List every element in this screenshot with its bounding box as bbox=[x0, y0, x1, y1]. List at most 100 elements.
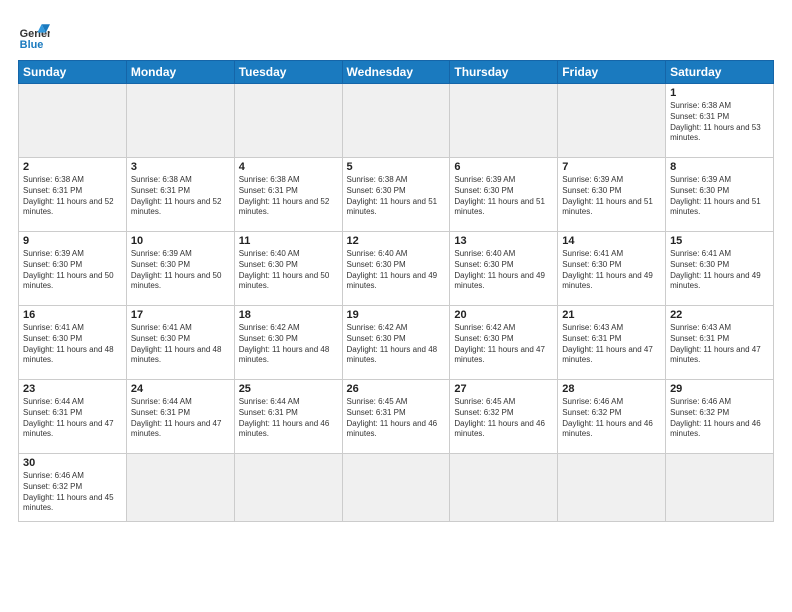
calendar-cell-empty bbox=[126, 84, 234, 158]
calendar-cell-12: 12 Sunrise: 6:40 AMSunset: 6:30 PMDayligh… bbox=[342, 232, 450, 306]
day-info: Sunrise: 6:46 AMSunset: 6:32 PMDaylight:… bbox=[23, 471, 122, 514]
calendar-cell-25: 25Sunrise: 6:44 AMSunset: 6:31 PMDayligh… bbox=[234, 380, 342, 454]
calendar-cell-27: 27 Sunrise: 6:45 AMSunset: 6:32 PMDayligh… bbox=[450, 380, 558, 454]
calendar-cell-2: 2 Sunrise: 6:38 AMSunset: 6:31 PMDaylight… bbox=[19, 158, 127, 232]
day-info: Sunrise: 6:38 AMSunset: 6:30 PMDaylight:… bbox=[347, 175, 446, 218]
calendar-cell-empty bbox=[234, 454, 342, 522]
day-number: 27 bbox=[454, 383, 553, 395]
calendar-cell-empty bbox=[19, 84, 127, 158]
calendar-cell-13: 13Sunrise: 6:40 AMSunset: 6:30 PMDayligh… bbox=[450, 232, 558, 306]
calendar-cell-empty bbox=[558, 84, 666, 158]
day-number: 26 bbox=[347, 383, 446, 395]
calendar-cell-empty bbox=[450, 454, 558, 522]
day-info: Sunrise: 6:42 AMSunset: 6:30 PMDaylight:… bbox=[454, 323, 553, 366]
day-header-saturday: Saturday bbox=[666, 61, 774, 84]
day-info: Sunrise: 6:38 AMSunset: 6:31 PMDaylight:… bbox=[23, 175, 122, 218]
day-number: 28 bbox=[562, 383, 661, 395]
day-header-wednesday: Wednesday bbox=[342, 61, 450, 84]
calendar-week-4: 23Sunrise: 6:44 AMSunset: 6:31 PMDayligh… bbox=[19, 380, 774, 454]
day-header-sunday: Sunday bbox=[19, 61, 127, 84]
day-info: Sunrise: 6:45 AMSunset: 6:31 PMDaylight:… bbox=[347, 397, 446, 440]
day-number: 9 bbox=[23, 235, 122, 247]
calendar-cell-empty bbox=[558, 454, 666, 522]
calendar-cell-22: 22Sunrise: 6:43 AMSunset: 6:31 PMDayligh… bbox=[666, 306, 774, 380]
calendar-cell-15: 15 Sunrise: 6:41 AMSunset: 6:30 PMDayligh… bbox=[666, 232, 774, 306]
calendar-week-3: 16 Sunrise: 6:41 AMSunset: 6:30 PMDayligh… bbox=[19, 306, 774, 380]
day-number: 7 bbox=[562, 161, 661, 173]
day-number: 1 bbox=[670, 87, 769, 99]
day-info: Sunrise: 6:40 AMSunset: 6:30 PMDaylight:… bbox=[239, 249, 338, 292]
calendar-cell-14: 14Sunrise: 6:41 AMSunset: 6:30 PMDayligh… bbox=[558, 232, 666, 306]
day-info: Sunrise: 6:39 AMSunset: 6:30 PMDaylight:… bbox=[562, 175, 661, 218]
calendar-cell-empty bbox=[342, 454, 450, 522]
day-header-friday: Friday bbox=[558, 61, 666, 84]
day-number: 11 bbox=[239, 235, 338, 247]
day-number: 15 bbox=[670, 235, 769, 247]
calendar-cell-empty bbox=[450, 84, 558, 158]
day-info: Sunrise: 6:39 AMSunset: 6:30 PMDaylight:… bbox=[131, 249, 230, 292]
calendar-cell-8: 8Sunrise: 6:39 AMSunset: 6:30 PMDaylight… bbox=[666, 158, 774, 232]
calendar-cell-6: 6Sunrise: 6:39 AMSunset: 6:30 PMDaylight… bbox=[450, 158, 558, 232]
calendar-cell-18: 18 Sunrise: 6:42 AMSunset: 6:30 PMDayligh… bbox=[234, 306, 342, 380]
day-info: Sunrise: 6:41 AMSunset: 6:30 PMDaylight:… bbox=[131, 323, 230, 366]
calendar-cell-7: 7 Sunrise: 6:39 AMSunset: 6:30 PMDaylight… bbox=[558, 158, 666, 232]
day-info: Sunrise: 6:46 AMSunset: 6:32 PMDaylight:… bbox=[670, 397, 769, 440]
day-info: Sunrise: 6:40 AMSunset: 6:30 PMDaylight:… bbox=[347, 249, 446, 292]
day-number: 17 bbox=[131, 309, 230, 321]
calendar-cell-16: 16 Sunrise: 6:41 AMSunset: 6:30 PMDayligh… bbox=[19, 306, 127, 380]
calendar: SundayMondayTuesdayWednesdayThursdayFrid… bbox=[18, 60, 774, 522]
day-info: Sunrise: 6:44 AMSunset: 6:31 PMDaylight:… bbox=[131, 397, 230, 440]
day-number: 21 bbox=[562, 309, 661, 321]
day-info: Sunrise: 6:44 AMSunset: 6:31 PMDaylight:… bbox=[239, 397, 338, 440]
calendar-week-5: 30 Sunrise: 6:46 AMSunset: 6:32 PMDayligh… bbox=[19, 454, 774, 522]
calendar-cell-23: 23Sunrise: 6:44 AMSunset: 6:31 PMDayligh… bbox=[19, 380, 127, 454]
day-info: Sunrise: 6:41 AMSunset: 6:30 PMDaylight:… bbox=[23, 323, 122, 366]
calendar-cell-17: 17 Sunrise: 6:41 AMSunset: 6:30 PMDayligh… bbox=[126, 306, 234, 380]
day-info: Sunrise: 6:43 AMSunset: 6:31 PMDaylight:… bbox=[562, 323, 661, 366]
day-info: Sunrise: 6:39 AMSunset: 6:30 PMDaylight:… bbox=[23, 249, 122, 292]
day-info: Sunrise: 6:46 AMSunset: 6:32 PMDaylight:… bbox=[562, 397, 661, 440]
calendar-cell-empty bbox=[234, 84, 342, 158]
logo-icon: General Blue bbox=[18, 20, 50, 52]
day-number: 3 bbox=[131, 161, 230, 173]
day-info: Sunrise: 6:41 AMSunset: 6:30 PMDaylight:… bbox=[670, 249, 769, 292]
day-number: 5 bbox=[347, 161, 446, 173]
day-number: 8 bbox=[670, 161, 769, 173]
day-number: 16 bbox=[23, 309, 122, 321]
page: General Blue SundayMondayTuesdayWednesda… bbox=[0, 0, 792, 612]
calendar-header-row: SundayMondayTuesdayWednesdayThursdayFrid… bbox=[19, 61, 774, 84]
calendar-week-2: 9 Sunrise: 6:39 AMSunset: 6:30 PMDaylight… bbox=[19, 232, 774, 306]
day-number: 2 bbox=[23, 161, 122, 173]
svg-text:Blue: Blue bbox=[20, 39, 44, 51]
day-info: Sunrise: 6:43 AMSunset: 6:31 PMDaylight:… bbox=[670, 323, 769, 366]
calendar-cell-21: 21 Sunrise: 6:43 AMSunset: 6:31 PMDayligh… bbox=[558, 306, 666, 380]
day-info: Sunrise: 6:41 AMSunset: 6:30 PMDaylight:… bbox=[562, 249, 661, 292]
day-number: 30 bbox=[23, 457, 122, 469]
day-info: Sunrise: 6:38 AMSunset: 6:31 PMDaylight:… bbox=[131, 175, 230, 218]
day-header-tuesday: Tuesday bbox=[234, 61, 342, 84]
day-header-thursday: Thursday bbox=[450, 61, 558, 84]
day-number: 6 bbox=[454, 161, 553, 173]
day-info: Sunrise: 6:38 AMSunset: 6:31 PMDaylight:… bbox=[239, 175, 338, 218]
day-number: 12 bbox=[347, 235, 446, 247]
calendar-cell-9: 9 Sunrise: 6:39 AMSunset: 6:30 PMDaylight… bbox=[19, 232, 127, 306]
day-info: Sunrise: 6:38 AMSunset: 6:31 PMDaylight:… bbox=[670, 101, 769, 144]
calendar-cell-26: 26 Sunrise: 6:45 AMSunset: 6:31 PMDayligh… bbox=[342, 380, 450, 454]
calendar-week-0: 1 Sunrise: 6:38 AMSunset: 6:31 PMDaylight… bbox=[19, 84, 774, 158]
calendar-cell-20: 20Sunrise: 6:42 AMSunset: 6:30 PMDayligh… bbox=[450, 306, 558, 380]
day-info: Sunrise: 6:42 AMSunset: 6:30 PMDaylight:… bbox=[239, 323, 338, 366]
calendar-cell-4: 4 Sunrise: 6:38 AMSunset: 6:31 PMDaylight… bbox=[234, 158, 342, 232]
day-number: 4 bbox=[239, 161, 338, 173]
calendar-cell-30: 30 Sunrise: 6:46 AMSunset: 6:32 PMDayligh… bbox=[19, 454, 127, 522]
logo: General Blue bbox=[18, 20, 50, 52]
calendar-cell-19: 19Sunrise: 6:42 AMSunset: 6:30 PMDayligh… bbox=[342, 306, 450, 380]
calendar-cell-empty bbox=[666, 454, 774, 522]
day-info: Sunrise: 6:45 AMSunset: 6:32 PMDaylight:… bbox=[454, 397, 553, 440]
day-number: 18 bbox=[239, 309, 338, 321]
day-number: 10 bbox=[131, 235, 230, 247]
calendar-cell-10: 10 Sunrise: 6:39 AMSunset: 6:30 PMDayligh… bbox=[126, 232, 234, 306]
day-number: 24 bbox=[131, 383, 230, 395]
calendar-cell-29: 29Sunrise: 6:46 AMSunset: 6:32 PMDayligh… bbox=[666, 380, 774, 454]
day-number: 13 bbox=[454, 235, 553, 247]
calendar-cell-1: 1 Sunrise: 6:38 AMSunset: 6:31 PMDaylight… bbox=[666, 84, 774, 158]
